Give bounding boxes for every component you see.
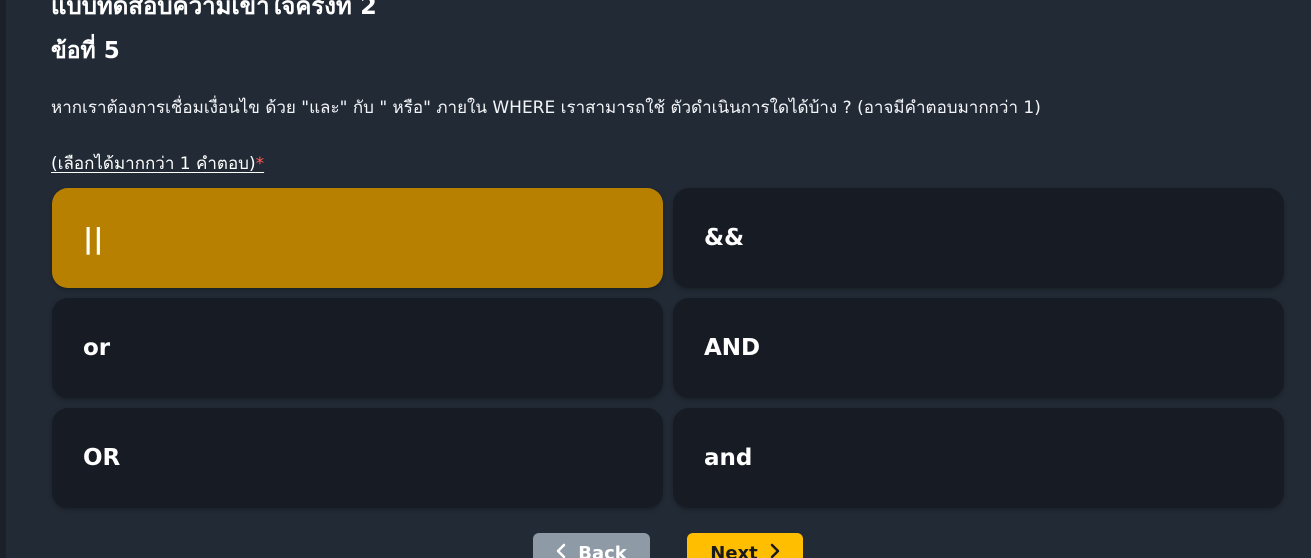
option-or-upper[interactable]: OR: [52, 408, 663, 508]
chevron-right-icon: [770, 543, 780, 558]
option-label: &&: [704, 225, 745, 251]
option-pipe-pipe[interactable]: ||: [52, 188, 663, 288]
hint-text: (เลือกได้มากกว่า 1 คำตอบ): [51, 154, 256, 174]
left-border: [0, 0, 6, 558]
option-and-lower[interactable]: and: [673, 408, 1284, 508]
question-text: หากเราต้องการเชื่อมเงื่อนไข ด้วย "และ" ก…: [51, 98, 1041, 118]
option-label: or: [83, 335, 111, 361]
required-mark: *: [255, 154, 265, 174]
chevron-left-icon: [556, 543, 566, 558]
option-and-upper[interactable]: AND: [673, 298, 1284, 398]
back-label: Back: [578, 543, 627, 558]
option-label: ||: [83, 221, 104, 255]
option-label: OR: [83, 445, 121, 471]
option-or-lower[interactable]: or: [52, 298, 663, 398]
back-button[interactable]: Back: [533, 533, 650, 558]
option-label: AND: [704, 335, 761, 361]
quiz-title: แบบทดสอบความเข้าใจครั้งที่ 2: [51, 0, 377, 20]
question-number: ข้อที่ 5: [51, 38, 120, 64]
option-label: and: [704, 445, 753, 471]
option-ampersand-ampersand[interactable]: &&: [673, 188, 1284, 288]
next-button[interactable]: Next: [687, 533, 803, 558]
answer-options: || && or AND OR and: [52, 188, 1284, 508]
next-label: Next: [710, 543, 758, 558]
multi-select-hint: (เลือกได้มากกว่า 1 คำตอบ)*: [51, 150, 264, 177]
